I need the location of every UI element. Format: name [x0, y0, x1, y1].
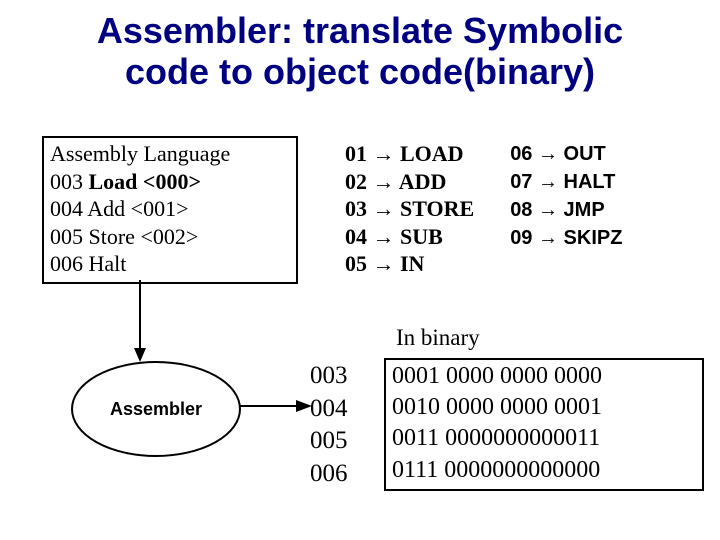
opcode-col-1: 01 → LOAD 02 → ADD 03 → STORE 04 → SUB 0… [345, 140, 474, 278]
assembly-language-box: Assembly Language 003 Load <000> 004 Add… [42, 136, 298, 284]
asm-line-4: 006 Halt [50, 250, 290, 278]
asm-line1-addr: 003 [50, 169, 89, 194]
asm-line-3: 005 Store <002> [50, 223, 290, 251]
opcode-07: 07 → HALT [510, 168, 622, 196]
assembler-node: Assembler [70, 360, 242, 458]
asm-line-1: 003 Load <000> [50, 168, 290, 196]
opcode-02: 02 → ADD [345, 168, 474, 196]
title-line-2: code to object code(binary) [125, 51, 595, 92]
bin-005: 0011 0000000000011 [392, 423, 696, 454]
asm-line-2: 004 Add <001> [50, 195, 290, 223]
asm-line1-instr: Load <000> [89, 169, 201, 194]
assembler-label: Assembler [70, 360, 242, 458]
opcode-01: 01 → LOAD [345, 140, 474, 168]
bin-004: 0010 0000 0000 0001 [392, 392, 696, 423]
arrow-assembler-to-output-icon [240, 396, 312, 416]
slide-title: Assembler: translate Symbolic code to ob… [0, 0, 720, 93]
opcode-09: 09 → SKIPZ [510, 224, 622, 252]
opcode-08: 08 → JMP [510, 196, 622, 224]
title-line-1: Assembler: translate Symbolic [97, 10, 623, 51]
addr-006: 006 [310, 458, 348, 491]
arrow-asm-to-assembler-icon [120, 280, 160, 362]
bin-003: 0001 0000 0000 0000 [392, 361, 696, 392]
in-binary-label: In binary [396, 325, 480, 351]
opcode-04: 04 → SUB [345, 223, 474, 251]
opcode-col-2: 06 → OUT 07 → HALT 08 → JMP 09 → SKIPZ [510, 140, 622, 278]
addr-004: 004 [310, 393, 348, 426]
bin-006: 0111 0000000000000 [392, 455, 696, 486]
addr-003: 003 [310, 360, 348, 393]
asm-header: Assembly Language [50, 140, 290, 168]
opcode-03: 03 → STORE [345, 195, 474, 223]
opcode-06: 06 → OUT [510, 140, 622, 168]
opcode-05: 05 → IN [345, 250, 474, 278]
address-column: 003 004 005 006 [310, 360, 348, 490]
binary-output-box: 0001 0000 0000 0000 0010 0000 0000 0001 … [384, 358, 704, 491]
addr-005: 005 [310, 425, 348, 458]
opcode-table: 01 → LOAD 02 → ADD 03 → STORE 04 → SUB 0… [345, 140, 622, 278]
